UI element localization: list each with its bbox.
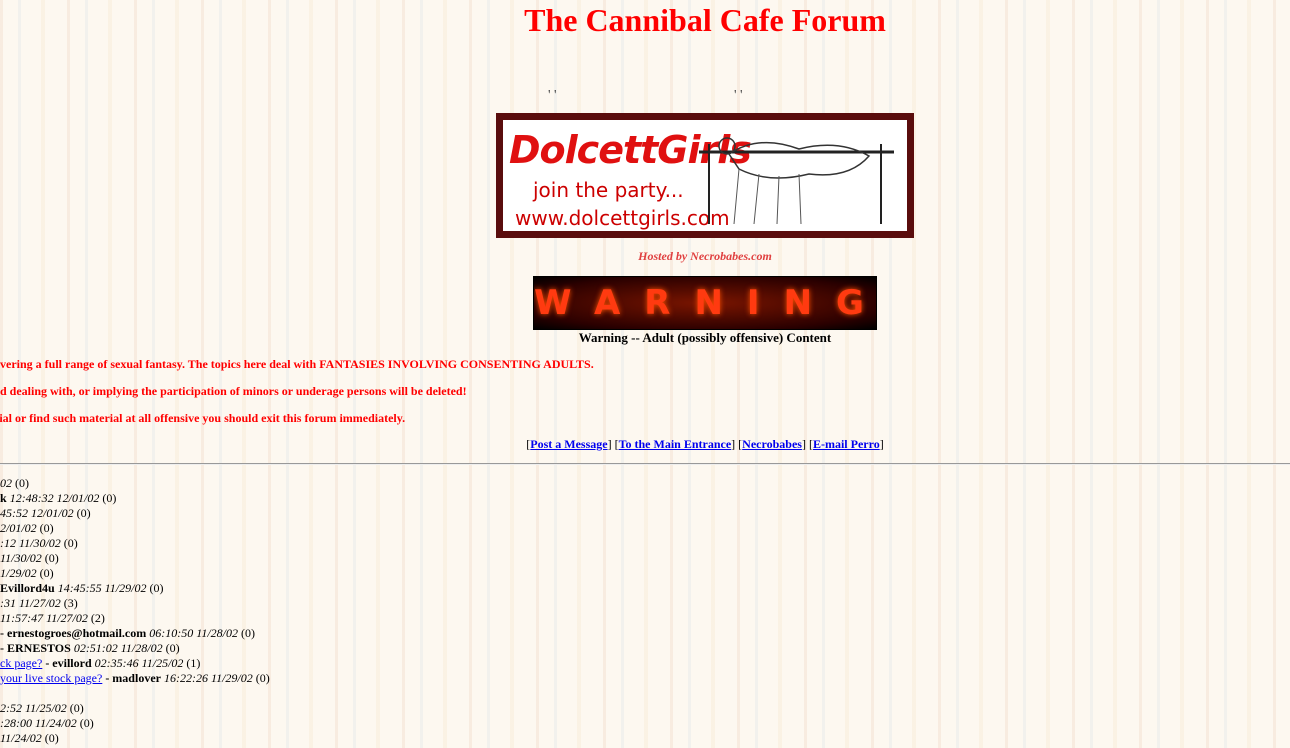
reply-count: (0) bbox=[15, 476, 29, 490]
list-item: 1/29/02 (0) bbox=[0, 566, 270, 581]
forum-nav-bar: [Post a Message] [To the Main Entrance] … bbox=[526, 437, 884, 451]
reply-count: (0) bbox=[69, 701, 84, 715]
quote-mark-left: ' ' bbox=[548, 88, 557, 103]
notice-line-2: ad dealing with, or implying the partici… bbox=[0, 384, 467, 398]
message-timestamp: :28:00 11/24/02 bbox=[0, 716, 77, 730]
reply-count: (0) bbox=[76, 506, 91, 520]
message-timestamp: 12:48:32 12/01/02 bbox=[9, 491, 100, 505]
notice-line-1: overing a full range of sexual fantasy. … bbox=[0, 357, 594, 371]
message-timestamp: 02:35:46 11/25/02 bbox=[94, 656, 184, 670]
message-author: - evillord bbox=[45, 656, 92, 670]
warning-image: WARNING! bbox=[533, 276, 877, 330]
list-item: ck page? - evillord 02:35:46 11/25/02 (1… bbox=[0, 656, 270, 671]
reply-count: (3) bbox=[63, 596, 78, 610]
message-timestamp: 11/24/02 bbox=[0, 731, 42, 745]
list-item: - ERNESTOS 02:51:02 11/28/02 (0) bbox=[0, 641, 270, 656]
horizontal-divider bbox=[0, 463, 1290, 465]
message-timestamp: 1/29/02 bbox=[0, 566, 37, 580]
reply-count: (0) bbox=[63, 536, 78, 550]
list-item: k 12:48:32 12/01/02 (0) bbox=[0, 491, 270, 506]
list-item: your live stock page? - madlover 16:22:2… bbox=[0, 671, 270, 686]
message-timestamp: 11:57:47 11/27/02 bbox=[0, 611, 88, 625]
list-item: :31 11/27/02 (3) bbox=[0, 596, 270, 611]
list-item: 2/01/02 (0) bbox=[0, 521, 270, 536]
message-timestamp: :12 11/30/02 bbox=[0, 536, 61, 550]
email-perro-link[interactable]: E-mail Perro bbox=[813, 437, 880, 451]
message-timestamp: 11/30/02 bbox=[0, 551, 42, 565]
message-timestamp: 02:51:02 11/28/02 bbox=[73, 641, 163, 655]
list-item: :28:00 11/24/02 (0) bbox=[0, 716, 270, 731]
list-item: 2:52 11/25/02 (0) bbox=[0, 701, 270, 716]
banner-url: www.dolcettgirls.com bbox=[515, 206, 730, 230]
banner-tagline: join the party... bbox=[533, 178, 684, 202]
message-timestamp: 2/01/02 bbox=[0, 521, 37, 535]
message-link[interactable]: your live stock page? bbox=[0, 671, 102, 685]
banner-image[interactable]: DolcettGirls join the party... www.dolce… bbox=[503, 120, 907, 231]
list-item bbox=[0, 686, 270, 701]
banner-illustration bbox=[699, 137, 894, 225]
reply-count: (0) bbox=[39, 521, 54, 535]
quote-mark-right: ' ' bbox=[734, 88, 743, 103]
reply-count: (0) bbox=[149, 581, 164, 595]
reply-count: (1) bbox=[186, 656, 201, 670]
list-item: 02 (0) bbox=[0, 476, 270, 491]
list-item: 11/24/02 (0) bbox=[0, 731, 270, 746]
reply-count: (0) bbox=[102, 491, 117, 505]
message-timestamp: 45:52 12/01/02 bbox=[0, 506, 74, 520]
reply-count: (0) bbox=[165, 641, 180, 655]
message-timestamp: 16:22:26 11/29/02 bbox=[163, 671, 253, 685]
message-author: - ernestogroes@hotmail.com bbox=[0, 626, 147, 640]
hosted-by-text: Hosted by Necrobabes.com bbox=[638, 249, 772, 263]
message-timestamp: 2:52 11/25/02 bbox=[0, 701, 67, 715]
message-timestamp: :31 11/27/02 bbox=[0, 596, 61, 610]
list-item: Evillord4u 14:45:55 11/29/02 (0) bbox=[0, 581, 270, 596]
reply-count: (0) bbox=[241, 626, 256, 640]
message-author: - madlover bbox=[105, 671, 161, 685]
list-item: 45:52 12/01/02 (0) bbox=[0, 506, 270, 521]
main-entrance-link[interactable]: To the Main Entrance bbox=[619, 437, 732, 451]
list-item: - ernestogroes@hotmail.com 06:10:50 11/2… bbox=[0, 626, 270, 641]
message-timestamp: 06:10:50 11/28/02 bbox=[149, 626, 239, 640]
reply-count: (0) bbox=[255, 671, 270, 685]
notice-line-3: rial or find such material at all offens… bbox=[0, 411, 406, 425]
message-author: Evillord4u bbox=[0, 581, 55, 595]
message-author: k bbox=[0, 491, 7, 505]
list-item: 11/30/02 (0) bbox=[0, 551, 270, 566]
message-link[interactable]: ck page? bbox=[0, 656, 42, 670]
message-author: - ERNESTOS bbox=[0, 641, 71, 655]
reply-count: (0) bbox=[79, 716, 94, 730]
reply-count: (0) bbox=[44, 731, 59, 745]
message-timestamp: 02 bbox=[0, 476, 12, 490]
page-title: The Cannibal Cafe Forum bbox=[524, 2, 886, 38]
reply-count: (0) bbox=[39, 566, 54, 580]
list-item: 11:57:47 11/27/02 (2) bbox=[0, 611, 270, 626]
warning-caption: Warning -- Adult (possibly offensive) Co… bbox=[578, 330, 832, 345]
message-list: 02 (0) k 12:48:32 12/01/02 (0) 45:52 12/01… bbox=[0, 476, 270, 746]
reply-count: (2) bbox=[90, 611, 105, 625]
necrobabes-link[interactable]: Necrobabes bbox=[742, 437, 802, 451]
reply-count: (0) bbox=[44, 551, 59, 565]
dolcett-girls-banner[interactable]: DolcettGirls join the party... www.dolce… bbox=[496, 113, 914, 238]
warning-image-text: WARNING! bbox=[534, 283, 876, 323]
list-item: :12 11/30/02 (0) bbox=[0, 536, 270, 551]
post-message-link[interactable]: Post a Message bbox=[530, 437, 607, 451]
message-timestamp: 14:45:55 11/29/02 bbox=[57, 581, 147, 595]
